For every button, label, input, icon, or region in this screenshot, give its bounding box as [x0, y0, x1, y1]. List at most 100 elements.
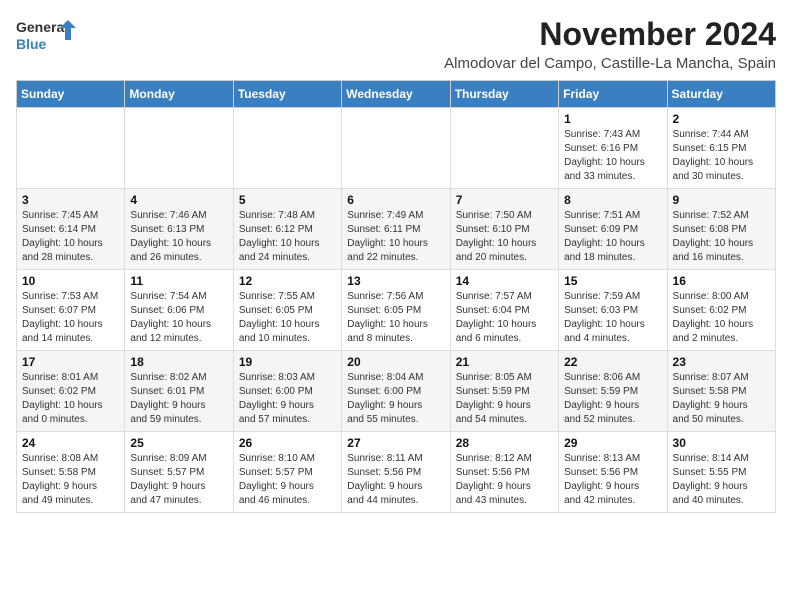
day-info: Sunrise: 7:59 AM Sunset: 6:03 PM Dayligh…: [564, 290, 661, 346]
calendar-cell: 12Sunrise: 7:55 AM Sunset: 6:05 PM Dayli…: [233, 270, 341, 351]
calendar-cell: 5 Sunrise: 7:48 AM Sunset: 6:12 PM Daylig…: [233, 189, 341, 270]
calendar-cell: [342, 108, 450, 189]
calendar-cell: 4Sunrise: 7:46 AM Sunset: 6:13 PM Daylig…: [125, 189, 233, 270]
day-info: Sunrise: 8:04 AM Sunset: 6:00 PM Dayligh…: [347, 371, 444, 427]
weekday-header: Monday: [125, 81, 233, 108]
calendar-cell: 25 Sunrise: 8:09 AM Sunset: 5:57 PM Dayli…: [125, 432, 233, 513]
day-info: Sunrise: 8:13 AM Sunset: 5:56 PM Dayligh…: [564, 452, 661, 508]
day-number: 16: [673, 274, 770, 288]
calendar-cell: 2Sunrise: 7:44 AM Sunset: 6:15 PM Daylig…: [667, 108, 775, 189]
weekday-header: Thursday: [450, 81, 558, 108]
calendar-cell: 21Sunrise: 8:05 AM Sunset: 5:59 PM Dayli…: [450, 351, 558, 432]
calendar-cell: 30 Sunrise: 8:14 AM Sunset: 5:55 PM Dayli…: [667, 432, 775, 513]
day-number: 4: [130, 193, 227, 207]
day-number: 17: [22, 355, 119, 369]
title-area: November 2024 Almodovar del Campo, Casti…: [444, 16, 776, 72]
day-info: Sunrise: 7:43 AM Sunset: 6:16 PM Dayligh…: [564, 128, 661, 184]
calendar-cell: 26 Sunrise: 8:10 AM Sunset: 5:57 PM Dayli…: [233, 432, 341, 513]
day-info: Sunrise: 7:55 AM Sunset: 6:05 PM Dayligh…: [239, 290, 336, 346]
calendar-cell: [450, 108, 558, 189]
day-info: Sunrise: 8:12 AM Sunset: 5:56 PM Dayligh…: [456, 452, 553, 508]
calendar-cell: 14 Sunrise: 7:57 AM Sunset: 6:04 PM Dayli…: [450, 270, 558, 351]
weekday-header: Saturday: [667, 81, 775, 108]
svg-text:General: General: [16, 19, 68, 35]
calendar-cell: 10 Sunrise: 7:53 AM Sunset: 6:07 PM Dayli…: [17, 270, 125, 351]
day-number: 27: [347, 436, 444, 450]
calendar-cell: 22Sunrise: 8:06 AM Sunset: 5:59 PM Dayli…: [559, 351, 667, 432]
day-info: Sunrise: 7:51 AM Sunset: 6:09 PM Dayligh…: [564, 209, 661, 265]
day-info: Sunrise: 8:08 AM Sunset: 5:58 PM Dayligh…: [22, 452, 119, 508]
day-number: 9: [673, 193, 770, 207]
day-info: Sunrise: 8:09 AM Sunset: 5:57 PM Dayligh…: [130, 452, 227, 508]
calendar-cell: 16Sunrise: 8:00 AM Sunset: 6:02 PM Dayli…: [667, 270, 775, 351]
weekday-header: Wednesday: [342, 81, 450, 108]
calendar-cell: 27 Sunrise: 8:11 AM Sunset: 5:56 PM Dayli…: [342, 432, 450, 513]
calendar-cell: 6Sunrise: 7:49 AM Sunset: 6:11 PM Daylig…: [342, 189, 450, 270]
calendar-cell: 11 Sunrise: 7:54 AM Sunset: 6:06 PM Dayli…: [125, 270, 233, 351]
day-number: 6: [347, 193, 444, 207]
calendar-table: SundayMondayTuesdayWednesdayThursdayFrid…: [16, 80, 776, 513]
day-number: 23: [673, 355, 770, 369]
day-number: 3: [22, 193, 119, 207]
calendar-week-row: 24 Sunrise: 8:08 AM Sunset: 5:58 PM Dayli…: [17, 432, 776, 513]
day-number: 25: [130, 436, 227, 450]
day-number: 13: [347, 274, 444, 288]
day-number: 20: [347, 355, 444, 369]
day-info: Sunrise: 8:05 AM Sunset: 5:59 PM Dayligh…: [456, 371, 553, 427]
calendar-cell: 13 Sunrise: 7:56 AM Sunset: 6:05 PM Dayli…: [342, 270, 450, 351]
calendar-cell: 24 Sunrise: 8:08 AM Sunset: 5:58 PM Dayli…: [17, 432, 125, 513]
calendar-week-row: 10 Sunrise: 7:53 AM Sunset: 6:07 PM Dayli…: [17, 270, 776, 351]
calendar-cell: [125, 108, 233, 189]
day-number: 26: [239, 436, 336, 450]
day-info: Sunrise: 8:10 AM Sunset: 5:57 PM Dayligh…: [239, 452, 336, 508]
calendar-week-row: 3Sunrise: 7:45 AM Sunset: 6:14 PM Daylig…: [17, 189, 776, 270]
day-info: Sunrise: 7:53 AM Sunset: 6:07 PM Dayligh…: [22, 290, 119, 346]
day-number: 22: [564, 355, 661, 369]
day-number: 15: [564, 274, 661, 288]
day-number: 11: [130, 274, 227, 288]
calendar-cell: 9Sunrise: 7:52 AM Sunset: 6:08 PM Daylig…: [667, 189, 775, 270]
calendar-cell: 8 Sunrise: 7:51 AM Sunset: 6:09 PM Daylig…: [559, 189, 667, 270]
weekday-header: Tuesday: [233, 81, 341, 108]
day-info: Sunrise: 7:54 AM Sunset: 6:06 PM Dayligh…: [130, 290, 227, 346]
day-number: 28: [456, 436, 553, 450]
day-info: Sunrise: 7:56 AM Sunset: 6:05 PM Dayligh…: [347, 290, 444, 346]
day-number: 18: [130, 355, 227, 369]
calendar-cell: 29 Sunrise: 8:13 AM Sunset: 5:56 PM Dayli…: [559, 432, 667, 513]
day-info: Sunrise: 7:57 AM Sunset: 6:04 PM Dayligh…: [456, 290, 553, 346]
logo-svg: General Blue: [16, 16, 76, 56]
location-subtitle: Almodovar del Campo, Castille-La Mancha,…: [444, 55, 776, 72]
day-info: Sunrise: 8:14 AM Sunset: 5:55 PM Dayligh…: [673, 452, 770, 508]
day-number: 24: [22, 436, 119, 450]
calendar-cell: 23 Sunrise: 8:07 AM Sunset: 5:58 PM Dayli…: [667, 351, 775, 432]
day-info: Sunrise: 7:48 AM Sunset: 6:12 PM Dayligh…: [239, 209, 336, 265]
day-info: Sunrise: 7:44 AM Sunset: 6:15 PM Dayligh…: [673, 128, 770, 184]
calendar-cell: 7Sunrise: 7:50 AM Sunset: 6:10 PM Daylig…: [450, 189, 558, 270]
day-number: 29: [564, 436, 661, 450]
day-number: 14: [456, 274, 553, 288]
calendar-cell: 28 Sunrise: 8:12 AM Sunset: 5:56 PM Dayli…: [450, 432, 558, 513]
day-number: 1: [564, 112, 661, 126]
calendar-cell: 19 Sunrise: 8:03 AM Sunset: 6:00 PM Dayli…: [233, 351, 341, 432]
calendar-cell: 1 Sunrise: 7:43 AM Sunset: 6:16 PM Daylig…: [559, 108, 667, 189]
calendar-cell: 18Sunrise: 8:02 AM Sunset: 6:01 PM Dayli…: [125, 351, 233, 432]
weekday-header-row: SundayMondayTuesdayWednesdayThursdayFrid…: [17, 81, 776, 108]
day-number: 5: [239, 193, 336, 207]
day-info: Sunrise: 8:03 AM Sunset: 6:00 PM Dayligh…: [239, 371, 336, 427]
day-number: 19: [239, 355, 336, 369]
calendar-cell: [17, 108, 125, 189]
weekday-header: Friday: [559, 81, 667, 108]
svg-text:Blue: Blue: [16, 36, 47, 52]
day-number: 30: [673, 436, 770, 450]
page-header: General Blue November 2024 Almodovar del…: [16, 16, 776, 72]
day-number: 8: [564, 193, 661, 207]
calendar-cell: 15 Sunrise: 7:59 AM Sunset: 6:03 PM Dayli…: [559, 270, 667, 351]
calendar-cell: 3Sunrise: 7:45 AM Sunset: 6:14 PM Daylig…: [17, 189, 125, 270]
calendar-cell: [233, 108, 341, 189]
calendar-week-row: 1 Sunrise: 7:43 AM Sunset: 6:16 PM Daylig…: [17, 108, 776, 189]
logo: General Blue: [16, 16, 76, 56]
day-info: Sunrise: 8:07 AM Sunset: 5:58 PM Dayligh…: [673, 371, 770, 427]
day-number: 10: [22, 274, 119, 288]
calendar-cell: 17Sunrise: 8:01 AM Sunset: 6:02 PM Dayli…: [17, 351, 125, 432]
day-info: Sunrise: 8:11 AM Sunset: 5:56 PM Dayligh…: [347, 452, 444, 508]
